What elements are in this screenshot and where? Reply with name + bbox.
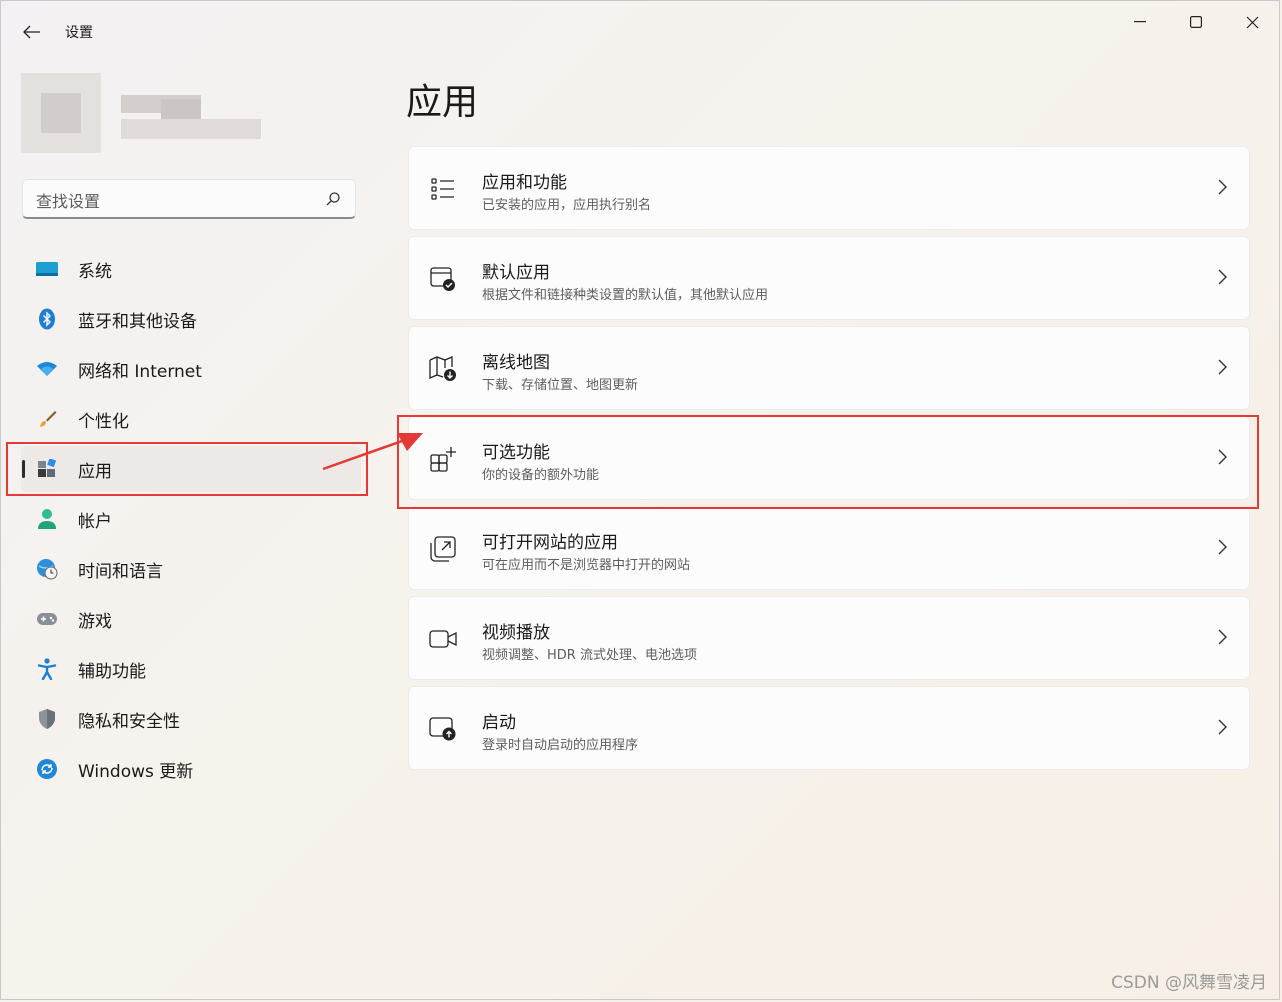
sidebar-item-gaming[interactable]: 游戏	[21, 596, 361, 642]
maximize-icon	[1190, 16, 1202, 28]
open-external-icon	[429, 535, 457, 563]
sidebar-item-windows-update[interactable]: Windows 更新	[21, 746, 361, 792]
video-icon	[429, 625, 457, 653]
page-title: 应用	[406, 82, 479, 123]
back-button[interactable]	[19, 19, 45, 45]
chevron-right-icon	[1218, 269, 1227, 285]
accessibility-icon	[36, 658, 58, 680]
card-offline-maps[interactable]: 离线地图 下载、存储位置、地图更新	[408, 326, 1250, 410]
sidebar-item-bluetooth[interactable]: 蓝牙和其他设备	[21, 296, 361, 342]
sidebar-nav: 系统 蓝牙和其他设备 网络和 Internet 个性化 应用 帐户 时间和语言 …	[21, 246, 361, 796]
chevron-right-icon	[1218, 719, 1227, 735]
search-icon[interactable]	[325, 191, 341, 207]
minimize-icon	[1134, 21, 1146, 23]
sidebar-item-accounts[interactable]: 帐户	[21, 496, 361, 542]
close-button[interactable]	[1229, 9, 1275, 35]
card-video-playback[interactable]: 视频播放 视频调整、HDR 流式处理、电池选项	[408, 596, 1250, 680]
default-app-icon	[429, 265, 457, 293]
search-input[interactable]: 查找设置	[36, 188, 100, 212]
globe-clock-icon	[36, 558, 58, 580]
maximize-button[interactable]	[1173, 9, 1219, 35]
sidebar-item-time-language[interactable]: 时间和语言	[21, 546, 361, 592]
map-download-icon	[429, 355, 457, 383]
sidebar-item-privacy[interactable]: 隐私和安全性	[21, 696, 361, 742]
sidebar-item-personalization[interactable]: 个性化	[21, 396, 361, 442]
card-apps-features[interactable]: 应用和功能 已安装的应用，应用执行别名	[408, 146, 1250, 230]
startup-icon	[429, 715, 457, 743]
user-profile-blurred[interactable]	[21, 73, 261, 153]
list-icon	[429, 175, 457, 203]
monitor-icon	[36, 258, 58, 280]
search-box[interactable]: 查找设置	[22, 179, 356, 219]
brush-icon	[36, 408, 58, 430]
sidebar-item-accessibility[interactable]: 辅助功能	[21, 646, 361, 692]
chevron-right-icon	[1218, 359, 1227, 375]
wifi-icon	[36, 358, 58, 380]
window-title: 设置	[65, 25, 93, 41]
shield-icon	[36, 708, 58, 730]
chevron-right-icon	[1218, 179, 1227, 195]
gamepad-icon	[36, 608, 58, 630]
annotation-arrow	[322, 433, 423, 471]
arrow-left-icon	[23, 25, 41, 39]
card-apps-for-websites[interactable]: 可打开网站的应用 可在应用而不是浏览器中打开的网站	[408, 506, 1250, 590]
annotation-box-optional-features	[397, 415, 1259, 509]
bluetooth-icon	[36, 308, 58, 330]
sidebar-item-network[interactable]: 网络和 Internet	[21, 346, 361, 392]
watermark: CSDN @风舞雪凌月	[1111, 973, 1267, 993]
annotation-box-apps	[6, 442, 368, 496]
card-startup[interactable]: 启动 登录时自动启动的应用程序	[408, 686, 1250, 770]
close-icon	[1246, 16, 1259, 29]
minimize-button[interactable]	[1117, 9, 1163, 35]
update-icon	[36, 758, 58, 780]
chevron-right-icon	[1218, 629, 1227, 645]
person-icon	[36, 508, 58, 530]
chevron-right-icon	[1218, 539, 1227, 555]
sidebar-item-system[interactable]: 系统	[21, 246, 361, 292]
card-default-apps[interactable]: 默认应用 根据文件和链接种类设置的默认值，其他默认应用	[408, 236, 1250, 320]
settings-window: 设置 查找设置 系统 蓝牙和其他设备 网络和 Internet 个性化 应用 帐…	[0, 0, 1280, 1000]
